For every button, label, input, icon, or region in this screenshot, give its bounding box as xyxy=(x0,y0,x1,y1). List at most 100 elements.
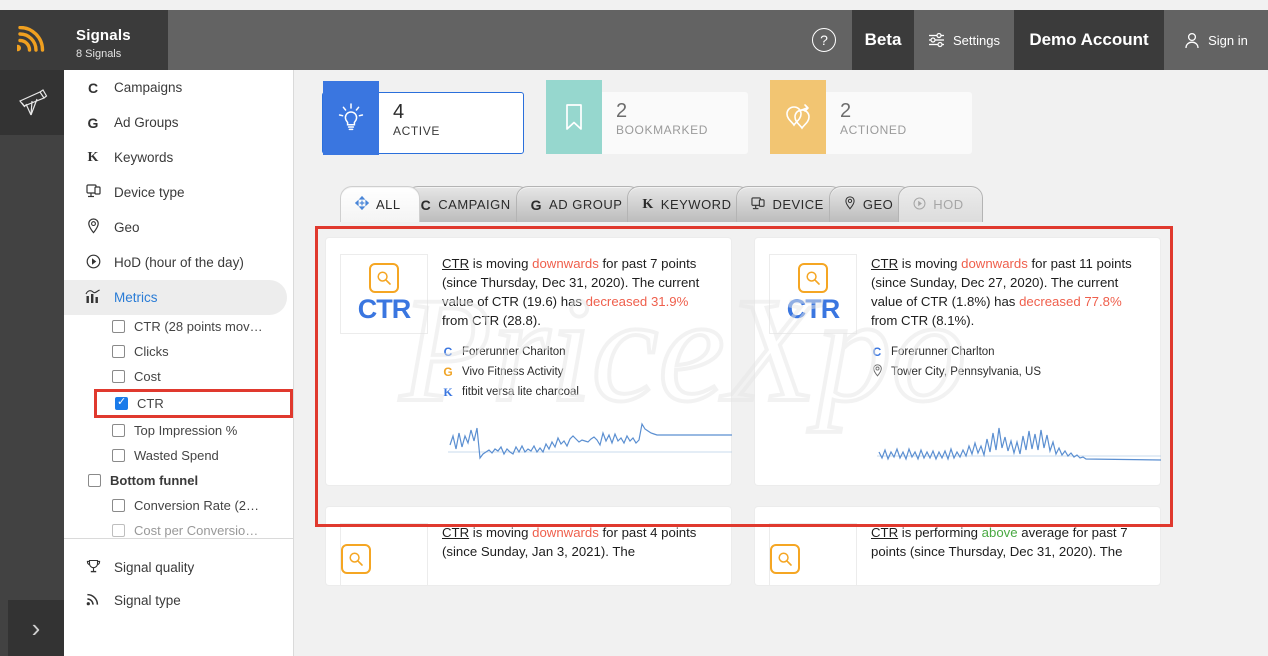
status-card-bookmarked[interactable]: 2 Bookmarked xyxy=(546,80,748,154)
sidebar-item-signal-type[interactable]: Signal type xyxy=(64,584,293,617)
txt-p1: is performing xyxy=(898,525,982,540)
metric-top-impression[interactable]: Top Impression % xyxy=(64,418,293,443)
signal-entities: C Forerunner Charlton G Vivo Fitness Act… xyxy=(442,342,715,402)
metric-ctr[interactable]: CTR xyxy=(94,389,293,418)
tab-label: All xyxy=(376,197,401,212)
signal-entities: C Forerunner Charlton Tower City, Pennsy… xyxy=(871,342,1144,382)
checkbox[interactable] xyxy=(112,424,125,437)
signal-metric-link[interactable]: CTR xyxy=(442,525,469,540)
metric-label: Wasted Spend xyxy=(134,448,219,463)
telescope-icon xyxy=(19,88,48,115)
tab-label: Ad Group xyxy=(549,197,623,212)
telescope-button[interactable] xyxy=(0,70,64,135)
sidebar-item-ad-groups[interactable]: G Ad Groups xyxy=(64,105,293,140)
metric-wasted-spend[interactable]: Wasted Spend xyxy=(64,443,293,468)
status-card-actioned[interactable]: 2 Actioned xyxy=(770,80,972,154)
account-button[interactable]: Demo Account xyxy=(1014,10,1164,70)
letter-k-icon: K xyxy=(642,196,654,212)
entity-keyword[interactable]: K fitbit versa lite charcoal xyxy=(442,382,715,402)
user-icon xyxy=(1185,32,1199,48)
entity-adgroup[interactable]: G Vivo Fitness Activity xyxy=(442,362,715,382)
tab-hod[interactable]: HoD xyxy=(898,186,983,222)
metric-label: Clicks xyxy=(134,344,169,359)
txt-p1: is moving xyxy=(469,256,533,271)
sidebar-item-label: Signal quality xyxy=(114,560,195,575)
letter-g-icon: G xyxy=(443,365,453,379)
tab-all[interactable]: All xyxy=(340,186,420,222)
entity-campaign[interactable]: C Forerunner Charlton xyxy=(871,342,1144,362)
metric-ctr-28-points[interactable]: CTR (28 points mov… xyxy=(64,314,293,339)
metric-group-bottom-funnel[interactable]: Bottom funnel xyxy=(64,468,293,493)
magnifier-icon xyxy=(369,263,399,293)
status-count: 2 xyxy=(840,100,852,122)
main-content: 4 Active 2 Bookmarked xyxy=(294,70,1268,656)
sidebar-item-keywords[interactable]: K Keywords xyxy=(64,140,293,175)
magnifier-icon xyxy=(341,544,371,574)
status-count: 2 xyxy=(616,100,628,122)
sidebar-item-label: Campaigns xyxy=(114,80,183,95)
metric-badge-label: CTR xyxy=(357,294,411,324)
sidebar-item-hod[interactable]: HoD (hour of the day) xyxy=(64,245,293,280)
status-card-text: 2 Bookmarked xyxy=(602,92,708,154)
checkbox[interactable] xyxy=(88,474,101,487)
entity-label: Forerunner Charlton xyxy=(462,346,566,358)
signal-body: CTR is performing above average for past… xyxy=(871,523,1144,585)
signal-card[interactable]: CTR CTR is moving downwards for past 7 p… xyxy=(326,238,732,485)
txt-p1: is moving xyxy=(469,525,533,540)
settings-button[interactable]: Settings xyxy=(914,10,1014,70)
entity-campaign[interactable]: C Forerunner Charlton xyxy=(442,342,715,362)
sparkline-chart xyxy=(871,416,1162,473)
metric-badge-label: CTR xyxy=(786,294,840,324)
letter-g-icon: G xyxy=(87,114,99,131)
metric-badge xyxy=(769,523,857,585)
tab-keyword[interactable]: K Keyword xyxy=(627,186,751,222)
metric-cost[interactable]: Cost xyxy=(64,364,293,389)
signal-change-pct: 77.8% xyxy=(1084,294,1122,309)
entity-label: Forerunner Charlton xyxy=(891,346,995,358)
sidebar-item-device-type[interactable]: Device type xyxy=(64,175,293,210)
checkbox[interactable] xyxy=(112,370,125,383)
txt-p3: from CTR (28.8). xyxy=(442,313,541,328)
checkbox[interactable] xyxy=(112,320,125,333)
sidebar-item-label: Geo xyxy=(114,220,140,235)
checkbox[interactable] xyxy=(112,449,125,462)
metric-label: Bottom funnel xyxy=(110,473,199,488)
sidebar-item-campaigns[interactable]: C Campaigns xyxy=(64,70,293,105)
tab-campaign[interactable]: C Campaign xyxy=(405,186,530,222)
signal-card-partial[interactable]: CTR is performing above average for past… xyxy=(755,507,1160,585)
metrics-checkbox-list: CTR (28 points mov… Clicks Cost CTR Top … xyxy=(64,315,293,538)
signal-card[interactable]: CTR CTR is moving downwards for past 11 … xyxy=(755,238,1162,485)
metric-clicks[interactable]: Clicks xyxy=(64,339,293,364)
metric-cost-per-conversion[interactable]: Cost per Conversio… xyxy=(64,518,293,538)
beta-button[interactable]: Beta xyxy=(852,10,914,70)
signal-change-word: decreased xyxy=(1019,294,1081,309)
sidebar-item-signal-quality[interactable]: Signal quality xyxy=(64,551,293,584)
tab-label: HoD xyxy=(933,197,964,212)
metric-label: Cost per Conversio… xyxy=(134,523,259,538)
help-button[interactable]: ? xyxy=(796,10,852,70)
tab-ad-group[interactable]: G Ad Group xyxy=(515,186,642,222)
metric-conversion-rate[interactable]: Conversion Rate (2… xyxy=(64,493,293,518)
signin-button[interactable]: Sign in xyxy=(1164,10,1268,70)
signal-metric-link[interactable]: CTR xyxy=(442,256,469,271)
expand-panel-button[interactable]: › xyxy=(8,600,64,656)
checkbox[interactable] xyxy=(112,499,125,512)
checkbox[interactable] xyxy=(112,345,125,358)
entity-geo[interactable]: Tower City, Pennsylvania, US xyxy=(871,362,1144,382)
app-subtitle: 8 Signals xyxy=(76,47,122,60)
status-card-active[interactable]: 4 Active xyxy=(322,81,524,155)
checkbox[interactable] xyxy=(115,396,128,410)
sidebar-item-geo[interactable]: Geo xyxy=(64,210,293,245)
sidebar-item-metrics[interactable]: Metrics xyxy=(64,280,287,315)
letter-c-icon: C xyxy=(872,345,882,359)
signal-metric-link[interactable]: CTR xyxy=(871,256,898,271)
signal-card-partial[interactable]: CTR is moving downwards for past 4 point… xyxy=(326,507,731,585)
tab-label: Device xyxy=(772,197,824,212)
signal-metric-link[interactable]: CTR xyxy=(871,525,898,540)
checkbox[interactable] xyxy=(112,524,125,537)
signal-direction: downwards xyxy=(532,525,599,540)
tab-device[interactable]: Device xyxy=(736,186,843,222)
sidebar-item-label: Signal type xyxy=(114,593,181,608)
top-header-bar: Signals 8 Signals ? Beta Settings Demo A… xyxy=(0,10,1268,70)
rss-logo-icon[interactable] xyxy=(0,10,64,70)
